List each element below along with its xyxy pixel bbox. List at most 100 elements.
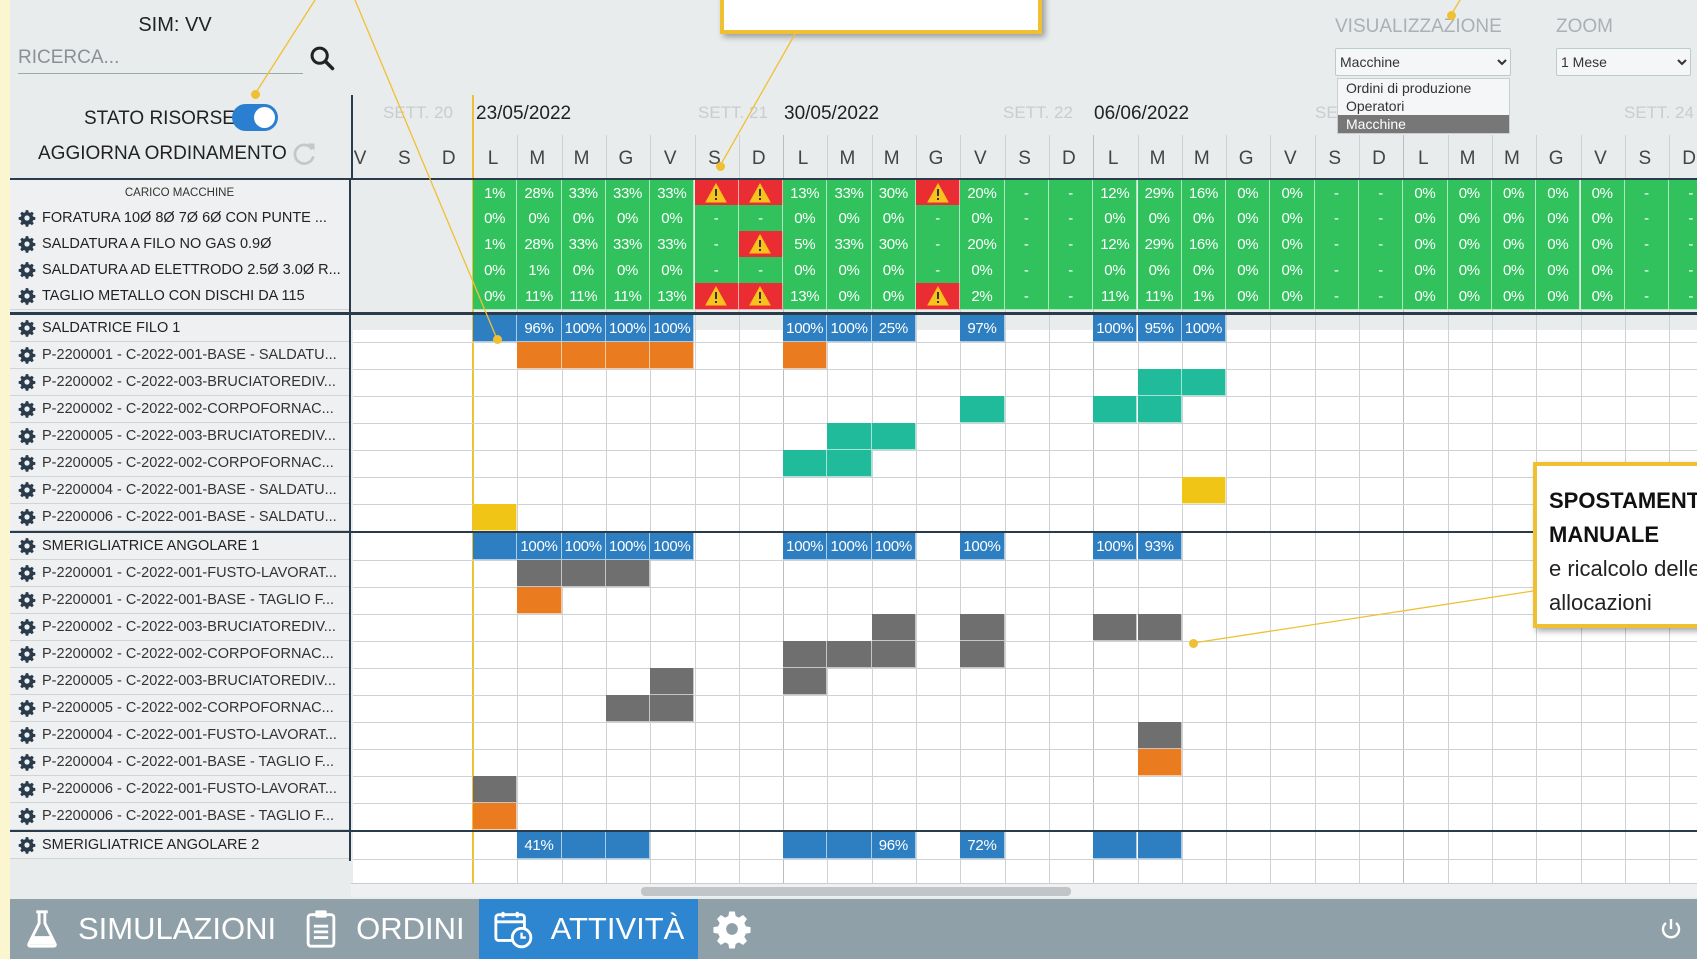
task-block[interactable]	[517, 560, 562, 587]
load-cell[interactable]	[738, 231, 784, 258]
resource-load-cell[interactable]	[561, 832, 606, 859]
load-cell[interactable]: 0%	[605, 257, 651, 284]
task-row[interactable]: P-2200001 - C-2022-001-BASE - SALDATU...	[10, 342, 349, 369]
task-block[interactable]	[960, 614, 1005, 641]
task-block[interactable]	[1137, 722, 1182, 749]
task-block[interactable]	[871, 423, 916, 450]
load-cell[interactable]: 0%	[1491, 205, 1537, 232]
task-row[interactable]: P-2200005 - C-2022-003-BRUCIATOREDIV...	[10, 668, 349, 695]
resource-load-cell[interactable]: 25%	[871, 315, 916, 342]
load-cell[interactable]: -	[916, 231, 961, 258]
load-cell[interactable]	[916, 180, 961, 207]
load-cell[interactable]: 0%	[1226, 231, 1271, 258]
task-block[interactable]	[1137, 614, 1182, 641]
load-cell[interactable]: 0%	[1226, 257, 1271, 284]
load-cell[interactable]: 0%	[1270, 180, 1315, 207]
load-cell[interactable]: 11%	[605, 283, 651, 310]
task-block[interactable]	[783, 668, 828, 695]
task-block[interactable]	[827, 423, 872, 450]
load-cell[interactable]: 0%	[1447, 180, 1492, 207]
load-cell[interactable]: 0%	[960, 205, 1005, 232]
task-block[interactable]	[1093, 396, 1138, 423]
load-cell[interactable]: 0%	[1580, 283, 1625, 310]
load-cell[interactable]: 0%	[1580, 257, 1625, 284]
resource-load-cell[interactable]	[827, 832, 872, 859]
load-cell[interactable]: 0%	[1093, 205, 1138, 232]
load-cell[interactable]: 28%	[517, 180, 562, 207]
load-cell[interactable]: 0%	[960, 257, 1005, 284]
resource-load-cell[interactable]: 100%	[605, 315, 651, 342]
resource-row[interactable]: SALDATRICE FILO 1	[10, 315, 349, 342]
resource-load-cell[interactable]: 100%	[605, 533, 651, 560]
task-block[interactable]	[473, 504, 518, 531]
task-block[interactable]	[473, 803, 518, 830]
load-cell[interactable]: -	[1624, 257, 1670, 284]
load-cell[interactable]: 13%	[783, 180, 828, 207]
load-cell[interactable]: 0%	[1403, 283, 1448, 310]
load-cell[interactable]: 0%	[1270, 205, 1315, 232]
resource-load-cell[interactable]: 100%	[1093, 533, 1138, 560]
load-cell[interactable]: -	[1359, 231, 1404, 258]
load-cell[interactable]: 30%	[871, 180, 916, 207]
load-cell[interactable]: 0%	[827, 283, 872, 310]
load-cell[interactable]: 0%	[1580, 205, 1625, 232]
load-cell[interactable]: 5%	[783, 231, 828, 258]
task-block[interactable]	[1181, 369, 1227, 396]
load-cell[interactable]: 0%	[473, 283, 518, 310]
load-cell[interactable]: 0%	[650, 257, 695, 284]
machine-row[interactable]: SALDATURA AD ELETTRODO 2.5Ø 3.0Ø R...	[10, 257, 349, 284]
load-cell[interactable]: 0%	[1226, 283, 1271, 310]
task-block[interactable]	[783, 342, 828, 369]
resource-load-cell[interactable]: 72%	[960, 832, 1005, 859]
load-cell[interactable]: 0%	[1447, 205, 1492, 232]
task-row[interactable]: P-2200005 - C-2022-002-CORPOFORNAC...	[10, 695, 349, 722]
resource-row[interactable]: SMERIGLIATRICE ANGOLARE 1	[10, 533, 349, 560]
resource-load-cell[interactable]: 100%	[517, 533, 562, 560]
task-block[interactable]	[827, 450, 872, 477]
task-row[interactable]: P-2200002 - C-2022-003-BRUCIATOREDIV...	[10, 614, 349, 641]
load-cell[interactable]: 0%	[1491, 231, 1537, 258]
load-cell[interactable]: 0%	[473, 205, 518, 232]
load-cell[interactable]: -	[1669, 231, 1697, 258]
resource-load-cell[interactable]	[1093, 832, 1138, 859]
task-block[interactable]	[517, 587, 562, 614]
load-cell[interactable]: -	[1004, 180, 1049, 207]
load-cell[interactable]: 0%	[561, 205, 606, 232]
load-cell[interactable]: 2%	[960, 283, 1005, 310]
task-block[interactable]	[561, 560, 606, 587]
task-block[interactable]	[871, 614, 916, 641]
load-cell[interactable]: -	[1624, 205, 1670, 232]
load-cell[interactable]: 0%	[1536, 180, 1581, 207]
load-cell[interactable]: -	[1669, 283, 1697, 310]
task-block[interactable]	[605, 695, 651, 722]
task-block[interactable]	[827, 641, 872, 668]
load-cell[interactable]: -	[916, 257, 961, 284]
load-cell[interactable]: -	[1314, 205, 1359, 232]
task-block[interactable]	[650, 342, 695, 369]
load-cell[interactable]: 30%	[871, 231, 916, 258]
load-cell[interactable]: 33%	[605, 231, 651, 258]
task-block[interactable]	[960, 641, 1005, 668]
resource-load-cell[interactable]: 100%	[783, 315, 828, 342]
load-cell[interactable]: -	[1004, 205, 1049, 232]
resource-load-cell[interactable]: 96%	[871, 832, 916, 859]
load-cell[interactable]: 0%	[1536, 231, 1581, 258]
task-block[interactable]	[605, 342, 651, 369]
machine-row[interactable]: SALDATURA A FILO NO GAS 0.9Ø	[10, 231, 349, 258]
load-cell[interactable]: -	[1359, 180, 1404, 207]
load-cell[interactable]	[694, 180, 739, 207]
task-block[interactable]	[783, 450, 828, 477]
load-cell[interactable]: 0%	[871, 283, 916, 310]
load-cell[interactable]: 11%	[561, 283, 606, 310]
load-cell[interactable]: -	[1314, 231, 1359, 258]
load-cell[interactable]: 0%	[1536, 257, 1581, 284]
load-cell[interactable]: 0%	[1137, 205, 1182, 232]
task-row[interactable]: P-2200005 - C-2022-003-BRUCIATOREDIV...	[10, 423, 349, 450]
resource-load-cell[interactable]: 100%	[1093, 315, 1138, 342]
resource-load-cell[interactable]	[783, 832, 828, 859]
load-cell[interactable]: -	[1314, 283, 1359, 310]
load-cell[interactable]: 0%	[1403, 231, 1448, 258]
task-row[interactable]: P-2200006 - C-2022-001-FUSTO-LAVORAT...	[10, 776, 349, 803]
load-cell[interactable]	[916, 283, 961, 310]
task-block[interactable]	[1137, 369, 1182, 396]
